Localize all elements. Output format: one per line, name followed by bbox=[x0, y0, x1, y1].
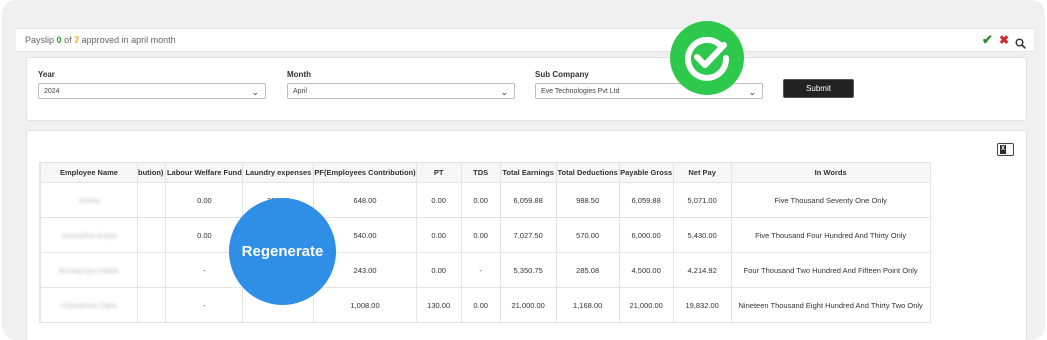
check-circle-icon bbox=[670, 21, 744, 95]
table-cell: Nineteen Thousand Eight Hundred And Thir… bbox=[730, 287, 931, 323]
payslip-table-card: X Employee Name bution) Labour Welfare F… bbox=[26, 130, 1027, 340]
table-cell: 1,008.00 bbox=[313, 287, 417, 323]
table-cell: 0.00 bbox=[460, 217, 501, 253]
status-bar: Payslip 0 of 7 approved in april month ✔… bbox=[16, 28, 1034, 52]
regenerate-button[interactable]: Regenerate bbox=[229, 198, 336, 305]
status-prefix: Payslip bbox=[25, 35, 55, 45]
table-cell bbox=[136, 217, 167, 253]
year-label: Year bbox=[38, 70, 55, 79]
table-cell: 4,500.00 bbox=[618, 252, 674, 288]
table-cell bbox=[136, 182, 167, 218]
month-filter: Month April ⌄ bbox=[287, 70, 515, 99]
table-cell: 6,059.88 bbox=[618, 182, 674, 218]
year-select[interactable]: 2024 ⌄ bbox=[38, 83, 266, 99]
table-cell: 130.00 bbox=[415, 287, 462, 323]
table-cell: 21,000.00 bbox=[618, 287, 674, 323]
column-header[interactable]: Net Pay bbox=[672, 162, 732, 183]
table-row[interactable]: Anuradha Gupta 0.00 540.00 0.00 0.00 7,0… bbox=[39, 217, 931, 253]
total-count: 7 bbox=[74, 35, 80, 45]
table-cell: 5,430.00 bbox=[672, 217, 732, 253]
sub-company-value: Eve Technologies Pvt Ltd bbox=[541, 88, 620, 95]
month-value: April bbox=[293, 88, 308, 95]
chevron-down-icon: ⌄ bbox=[251, 87, 259, 97]
column-header[interactable]: Total Deductions bbox=[555, 162, 620, 183]
table-row[interactable]: Biswapriya Haldar - 243.00 0.00 - 5,350.… bbox=[39, 252, 931, 288]
column-header[interactable]: In Words bbox=[730, 162, 931, 183]
table-cell: 5,071.00 bbox=[672, 182, 732, 218]
employee-name-cell: Chandrima Saha bbox=[40, 287, 138, 323]
table-cell: 285.08 bbox=[555, 252, 620, 288]
column-header[interactable]: Employee Name bbox=[40, 162, 138, 183]
table-cell: 0.00 bbox=[460, 287, 501, 323]
table-header-row: Employee Name bution) Labour Welfare Fun… bbox=[39, 162, 931, 183]
table-row[interactable]: Chandrima Saha - 1,008.00 130.00 0.00 21… bbox=[39, 287, 931, 323]
table-cell: Five Thousand Four Hundred And Thirty On… bbox=[730, 217, 931, 253]
table-cell: Four Thousand Two Hundred And Fifteen Po… bbox=[730, 252, 931, 288]
approved-count: 0 bbox=[56, 35, 62, 45]
table-cell: 0.00 bbox=[415, 252, 462, 288]
table-cell bbox=[136, 287, 167, 323]
table-cell: 6,000.00 bbox=[618, 217, 674, 253]
table-cell: 0.00 bbox=[415, 182, 462, 218]
column-header[interactable]: TDS bbox=[460, 162, 501, 183]
month-label: Month bbox=[287, 70, 311, 79]
table-cell bbox=[136, 252, 167, 288]
table-cell: 988.50 bbox=[555, 182, 620, 218]
table-cell: - bbox=[460, 252, 501, 288]
employee-name-cell: Biswapriya Haldar bbox=[40, 252, 138, 288]
table-row[interactable]: Ankita 0.00 300.00 648.00 0.00 0.00 6,05… bbox=[39, 182, 931, 218]
table-cell: 1,168.00 bbox=[555, 287, 620, 323]
table-cell: 21,000.00 bbox=[499, 287, 557, 323]
table-cell: 648.00 bbox=[313, 182, 417, 218]
employee-name-cell: Anuradha Gupta bbox=[40, 217, 138, 253]
employee-name-cell: Ankita bbox=[40, 182, 138, 218]
table-cell: 5,350.75 bbox=[499, 252, 557, 288]
column-header[interactable]: Labour Welfare Fund bbox=[165, 162, 244, 183]
month-select[interactable]: April ⌄ bbox=[287, 83, 515, 99]
chevron-down-icon: ⌄ bbox=[500, 87, 508, 97]
table-cell: 570.00 bbox=[555, 217, 620, 253]
column-header[interactable]: PF(Employees Contribution) bbox=[313, 162, 417, 183]
filter-panel: Year 2024 ⌄ Month April ⌄ Sub Company Ev… bbox=[26, 57, 1027, 121]
chevron-down-icon: ⌄ bbox=[748, 87, 756, 97]
payslip-table: Employee Name bution) Labour Welfare Fun… bbox=[39, 162, 931, 323]
year-filter: Year 2024 ⌄ bbox=[38, 70, 266, 99]
column-header[interactable]: Total Earnings bbox=[499, 162, 557, 183]
table-cell: 7,027.50 bbox=[499, 217, 557, 253]
column-header[interactable]: PT bbox=[415, 162, 462, 183]
table-cell: 0.00 bbox=[415, 217, 462, 253]
table-cell: 19,832.00 bbox=[672, 287, 732, 323]
table-cell: 0.00 bbox=[460, 182, 501, 218]
search-icon[interactable] bbox=[1015, 35, 1026, 49]
status-suffix: approved in april month bbox=[81, 35, 176, 45]
table-cell: 4,214.92 bbox=[672, 252, 732, 288]
app-frame: Payslip 0 of 7 approved in april month ✔… bbox=[2, 0, 1045, 340]
check-icon[interactable]: ✔ bbox=[982, 29, 993, 51]
table-cell: - bbox=[165, 287, 244, 323]
close-icon[interactable]: ✖ bbox=[999, 29, 1009, 51]
status-actions: ✔ ✖ bbox=[982, 29, 1026, 51]
table-cell: 6,059.88 bbox=[499, 182, 557, 218]
submit-button[interactable]: Submit bbox=[783, 79, 854, 98]
excel-icon[interactable]: X bbox=[997, 143, 1014, 156]
column-header[interactable]: Laundry expenses bbox=[242, 162, 315, 183]
table-cell: 0.00 bbox=[165, 182, 244, 218]
table-cell: Five Thousand Seventy One Only bbox=[730, 182, 931, 218]
column-header[interactable]: bution) bbox=[136, 162, 167, 183]
approval-status-text: Payslip 0 of 7 approved in april month bbox=[25, 29, 176, 51]
column-header[interactable]: Payable Gross bbox=[618, 162, 674, 183]
status-of: of bbox=[64, 35, 72, 45]
year-value: 2024 bbox=[44, 88, 60, 95]
